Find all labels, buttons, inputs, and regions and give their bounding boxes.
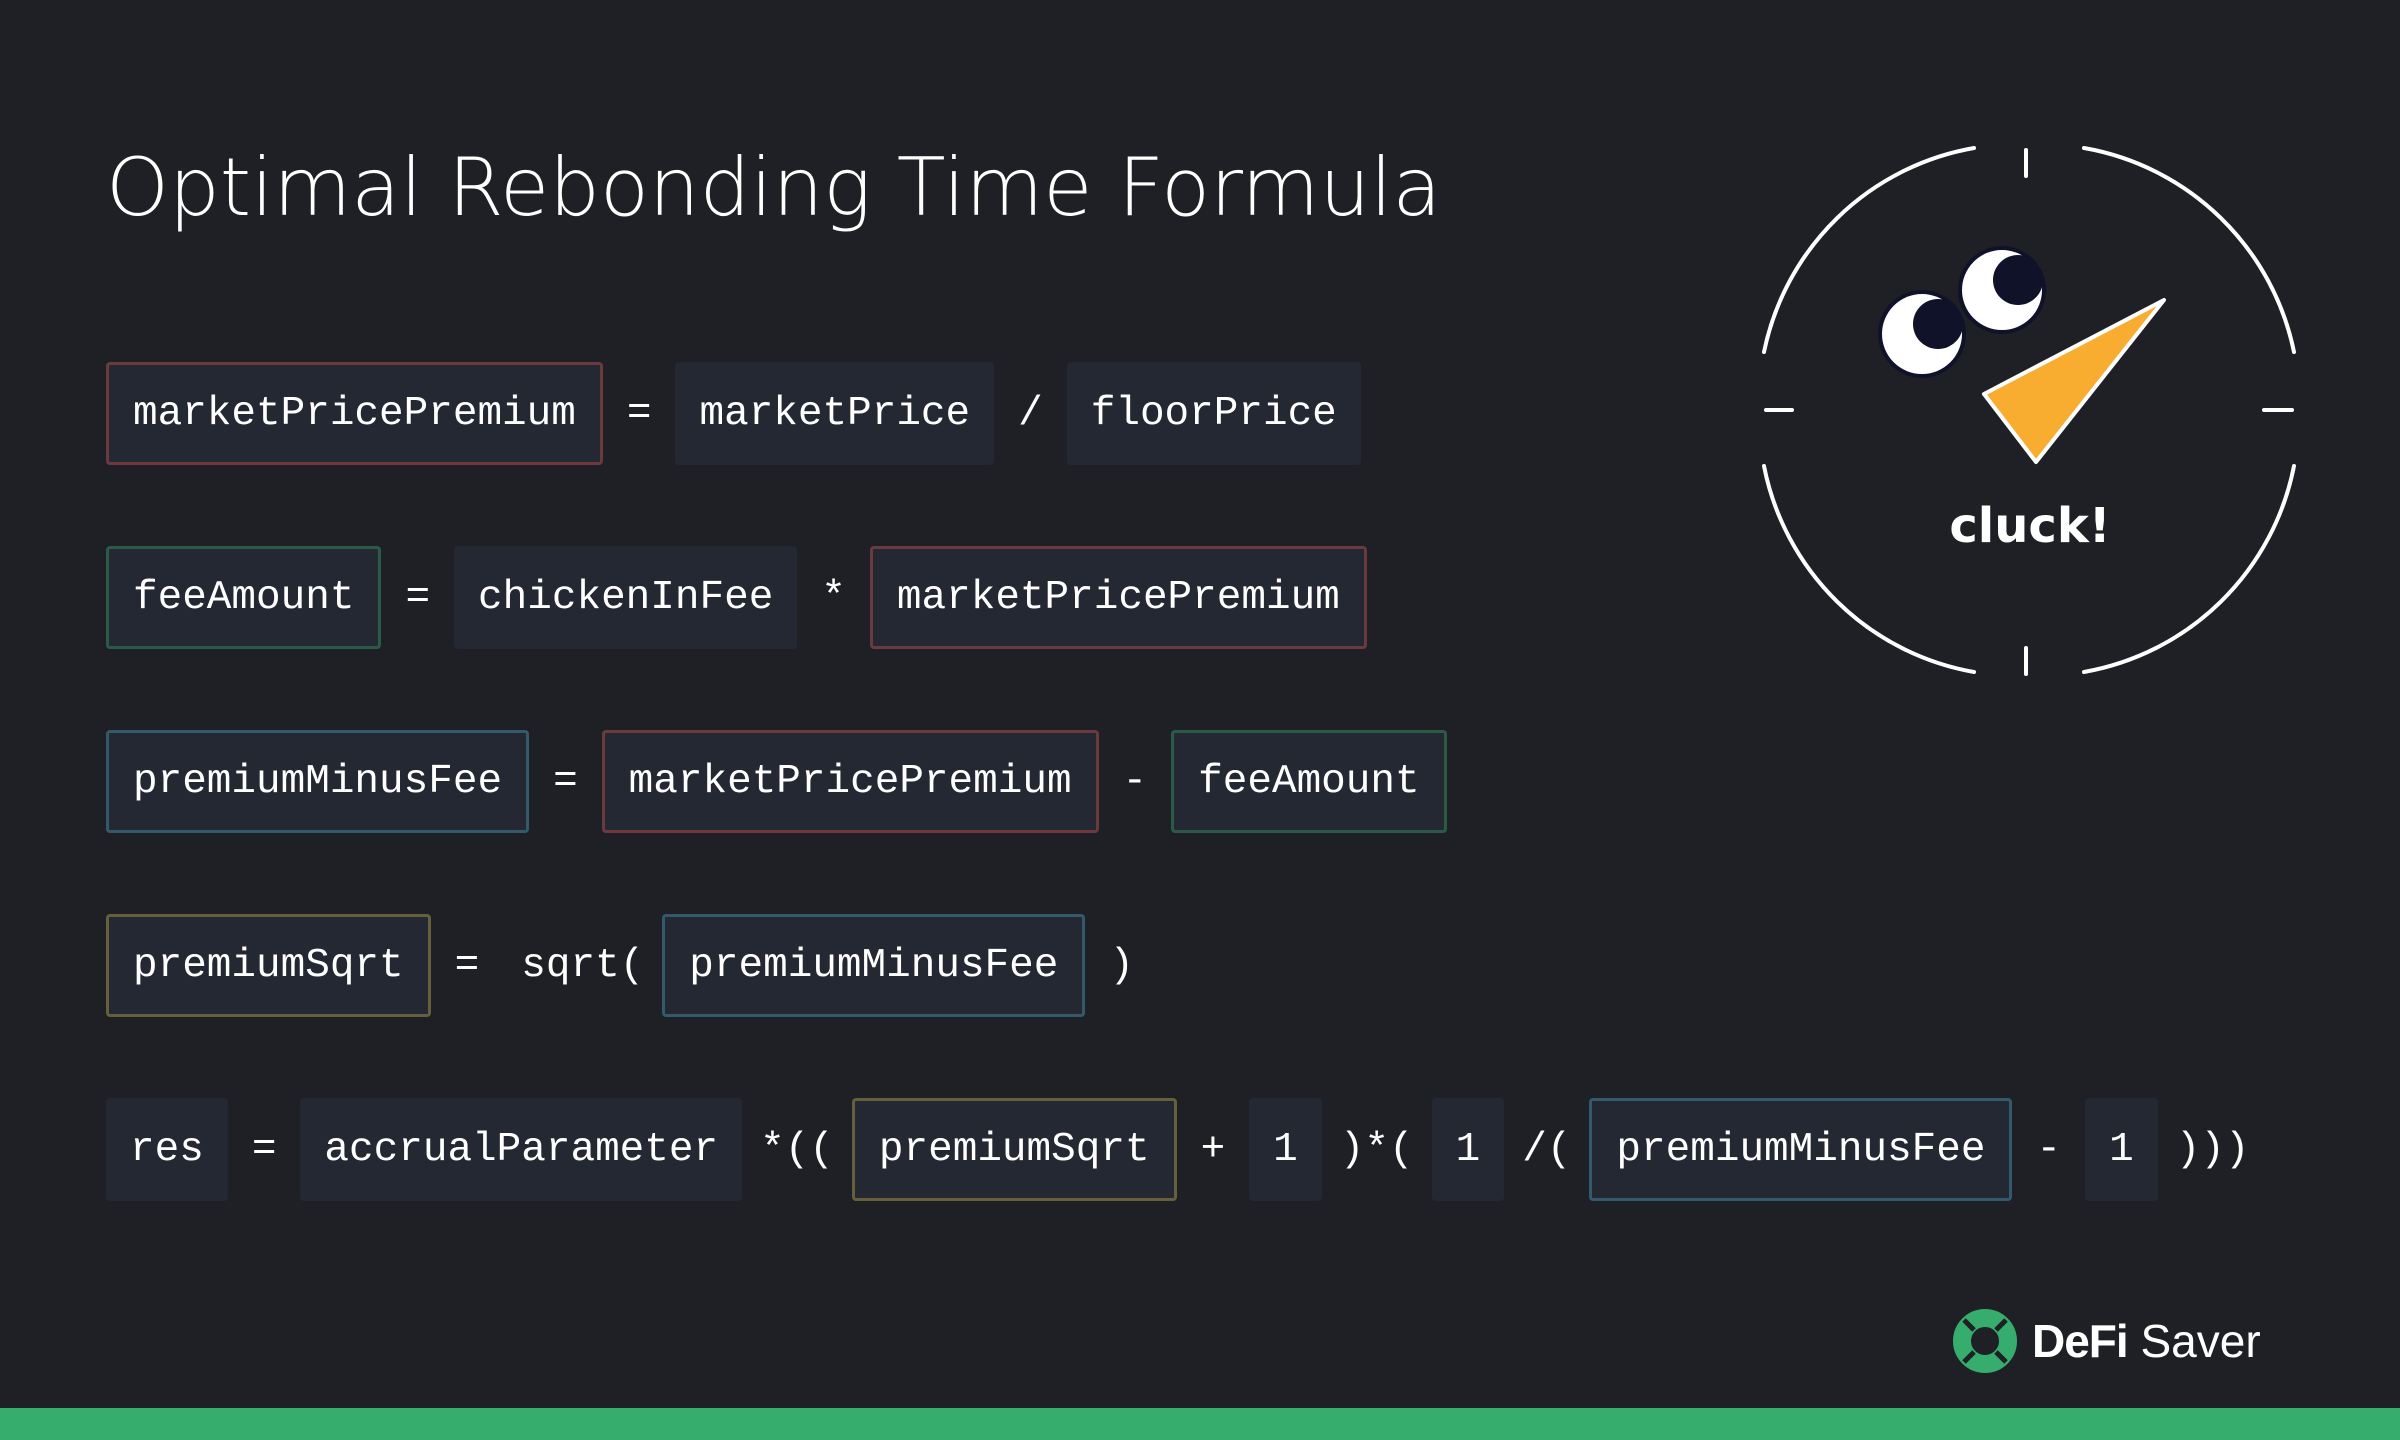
formula-operator: * xyxy=(821,574,846,621)
formula-token-box: marketPricePremium xyxy=(106,362,603,465)
formula-token-box: feeAmount xyxy=(106,546,382,649)
formula-operator: = xyxy=(251,1126,277,1173)
formula-token-box: 1 xyxy=(1249,1098,1322,1201)
formula-operator: - xyxy=(2036,1126,2062,1173)
clock-svg: cluck! xyxy=(1762,146,2296,676)
formula-token-box: 1 xyxy=(1431,1098,1505,1201)
formula-token-box: floorPrice xyxy=(1066,362,1361,465)
formula-token-box: premiumMinusFee xyxy=(662,914,1086,1017)
lifebuoy-icon xyxy=(1953,1309,2017,1373)
clock-label: cluck! xyxy=(1949,498,2110,554)
formula-token-box: premiumSqrt xyxy=(106,914,431,1017)
formula-operator: sqrt( xyxy=(521,942,645,989)
chicken-clock-illustration: cluck! xyxy=(1746,138,2314,696)
formula-operator: + xyxy=(1200,1126,1226,1173)
formula-token-box: marketPricePremium xyxy=(869,546,1367,649)
formula-row-result: res = accrualParameter *(( premiumSqrt +1 )*( 1… xyxy=(106,1098,2268,1201)
formula-operator: = xyxy=(553,758,578,805)
clock-arc-top-right xyxy=(2082,146,2296,354)
formula-token-box: 1 xyxy=(2085,1098,2158,1201)
formula-operator: = xyxy=(454,942,480,989)
formula-operator: = xyxy=(626,390,652,437)
formula-row-premium-sqrt: premiumSqrt = sqrt( premiumMinusFee) xyxy=(106,914,1158,1017)
clock-arc-bottom-left xyxy=(1762,464,1976,674)
eye-left-icon xyxy=(1878,290,1966,378)
formula-token-box: chickenInFee xyxy=(454,546,798,649)
brand-name-bold: DeFi xyxy=(2032,1315,2129,1367)
formula-token-box: premiumSqrt xyxy=(851,1098,1177,1201)
formula-operator: / xyxy=(1018,390,1043,437)
formula-operator: - xyxy=(1122,758,1148,805)
formula-operator: ) xyxy=(1109,942,1134,989)
bottom-accent-bar xyxy=(0,1408,2400,1440)
brand-name-light: Saver xyxy=(2140,1315,2261,1367)
formula-token-box: marketPrice xyxy=(675,362,995,465)
formula-operator: /( xyxy=(1522,1126,1572,1173)
brand-logo: DeFi Saver xyxy=(1952,1306,2261,1376)
clock-arc-bottom-right xyxy=(2082,464,2296,674)
formula-operator: = xyxy=(405,574,431,621)
page-title: Optimal Rebonding Time Formula xyxy=(106,141,1442,234)
formula-row-market-price-premium: marketPricePremium = marketPrice / floorPric… xyxy=(106,362,1361,465)
formula-token-box: premiumMinusFee xyxy=(1589,1098,2013,1201)
formula-token-box: premiumMinusFee xyxy=(106,730,530,833)
formula-operator: *(( xyxy=(760,1126,834,1173)
formula-row-premium-minus-fee: premiumMinusFee = marketPricePremium - feeAm… xyxy=(106,730,1447,833)
formula-token-box: marketPricePremium xyxy=(601,730,1099,833)
formula-operator: )*( xyxy=(1339,1126,1414,1173)
formula-token-box: accrualParameter xyxy=(300,1098,743,1201)
formula-row-fee-amount: feeAmount = chickenInFee * marketPricePremiu… xyxy=(106,546,1367,649)
formula-token-box: res xyxy=(106,1098,228,1201)
formula-operator: ))) xyxy=(2175,1126,2250,1173)
brand-name: DeFi Saver xyxy=(2032,1314,2261,1368)
eye-right-icon xyxy=(1958,246,2046,334)
formula-token-box: feeAmount xyxy=(1171,730,1447,833)
